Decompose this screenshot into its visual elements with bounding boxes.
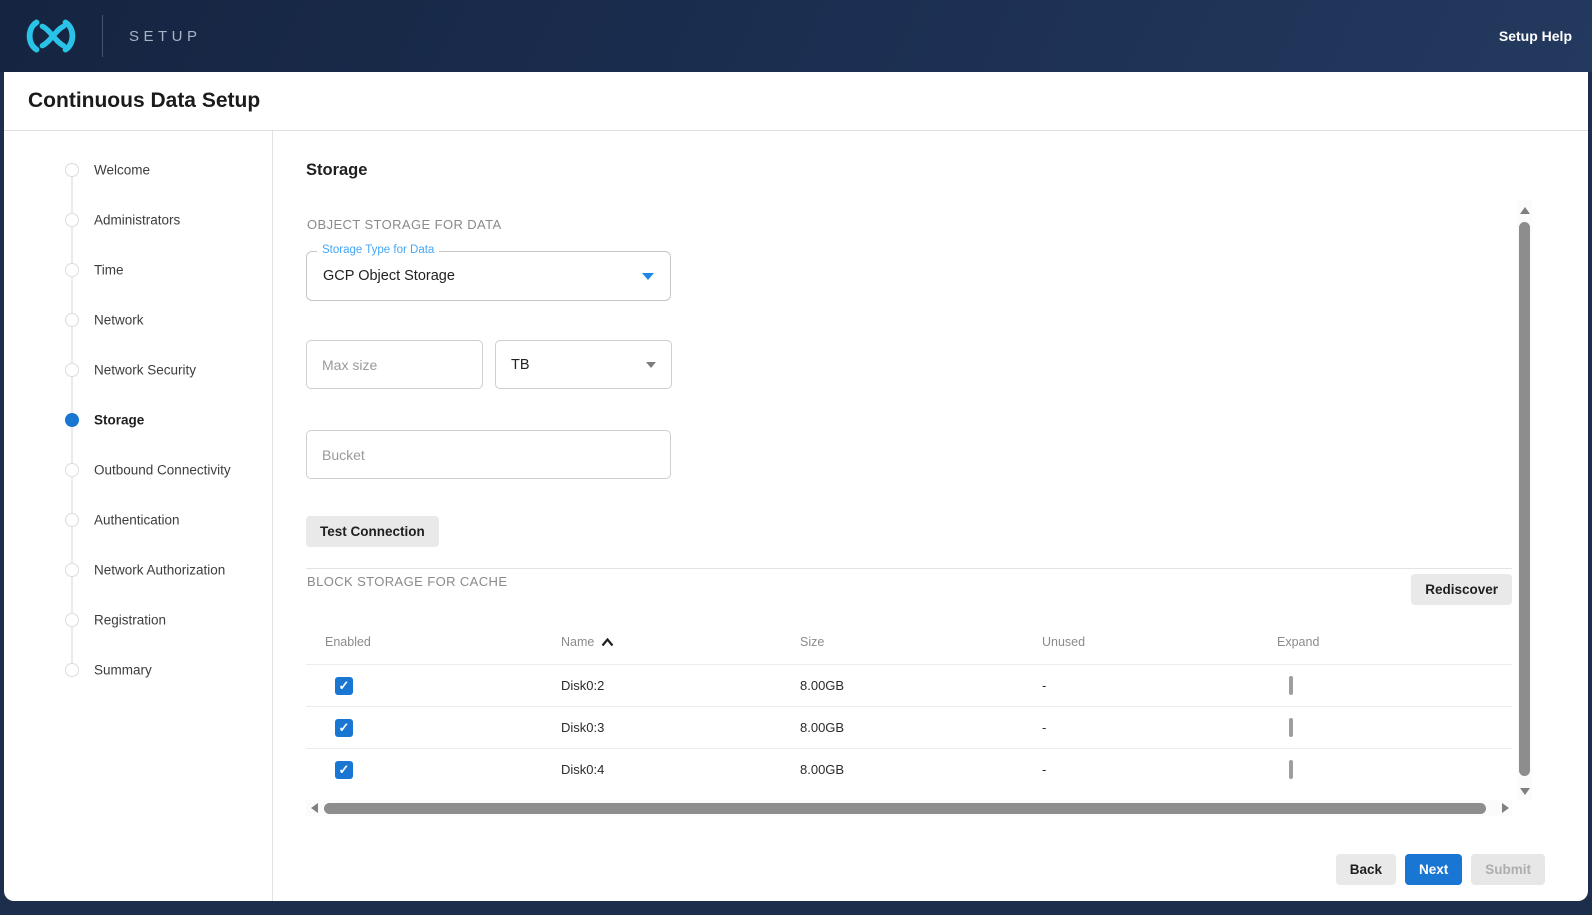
disk-unused: - — [1042, 678, 1277, 693]
setup-help-link[interactable]: Setup Help — [1499, 28, 1572, 44]
column-header-enabled: Enabled — [325, 635, 561, 649]
step-label: Welcome — [94, 163, 150, 178]
sidebar-item-authentication[interactable]: Authentication — [4, 495, 272, 545]
column-header-expand: Expand — [1277, 635, 1512, 649]
size-unit-value: TB — [511, 357, 530, 373]
next-button[interactable]: Next — [1405, 854, 1462, 885]
expand-checkbox[interactable] — [1289, 676, 1293, 695]
size-unit-select[interactable]: TB — [495, 340, 672, 389]
sidebar-item-storage[interactable]: Storage — [4, 395, 272, 445]
step-indicator-active — [65, 413, 79, 427]
step-indicator — [65, 613, 79, 627]
step-label: Network — [94, 313, 144, 328]
scroll-down-arrow-icon[interactable] — [1520, 788, 1530, 795]
disk-table: Enabled Name Size Unused Expand ✓ Disk0:2… — [306, 620, 1512, 790]
storage-type-label: Storage Type for Data — [317, 244, 439, 256]
step-label: Storage — [94, 413, 144, 428]
block-storage-heading: BLOCK STORAGE FOR CACHE — [307, 574, 507, 589]
step-label: Administrators — [94, 213, 180, 228]
object-storage-heading: OBJECT STORAGE FOR DATA — [307, 217, 502, 232]
expand-checkbox[interactable] — [1289, 718, 1293, 737]
vertical-scrollbar[interactable] — [1517, 200, 1532, 800]
section-divider — [306, 568, 1512, 569]
expand-checkbox[interactable] — [1289, 760, 1293, 779]
step-label: Time — [94, 263, 124, 278]
chevron-down-icon — [646, 362, 656, 368]
column-header-unused: Unused — [1042, 635, 1277, 649]
horizontal-scrollbar[interactable] — [306, 800, 1512, 816]
column-header-size: Size — [800, 635, 1042, 649]
disk-unused: - — [1042, 762, 1277, 777]
step-indicator — [65, 163, 79, 177]
wizard-footer-actions: Back Next Submit — [1336, 854, 1545, 885]
table-row: ✓ Disk0:28.00GB- — [306, 664, 1512, 706]
disk-size: 8.00GB — [800, 720, 1042, 735]
page-title: Continuous Data Setup — [4, 72, 1588, 131]
scroll-right-arrow-icon[interactable] — [1502, 803, 1509, 813]
step-section-title: Storage — [306, 161, 367, 180]
storage-step-content: Storage OBJECT STORAGE FOR DATA Storage … — [273, 131, 1588, 901]
step-indicator — [65, 313, 79, 327]
storage-type-select[interactable]: Storage Type for Data GCP Object Storage — [306, 251, 671, 301]
step-indicator — [65, 463, 79, 477]
disk-name: Disk0:3 — [561, 720, 800, 735]
step-label: Outbound Connectivity — [94, 463, 231, 478]
disk-table-header: Enabled Name Size Unused Expand — [306, 620, 1512, 664]
step-indicator — [65, 513, 79, 527]
sidebar-item-welcome[interactable]: Welcome — [4, 145, 272, 195]
step-label: Registration — [94, 613, 166, 628]
step-indicator — [65, 263, 79, 277]
max-size-input[interactable] — [306, 340, 483, 389]
test-connection-button[interactable]: Test Connection — [306, 516, 439, 547]
disk-unused: - — [1042, 720, 1277, 735]
scroll-up-arrow-icon[interactable] — [1520, 207, 1530, 214]
step-label: Summary — [94, 663, 152, 678]
table-row: ✓ Disk0:48.00GB- — [306, 748, 1512, 790]
step-indicator — [65, 363, 79, 377]
sidebar-item-administrators[interactable]: Administrators — [4, 195, 272, 245]
disk-size: 8.00GB — [800, 678, 1042, 693]
enabled-checkbox[interactable]: ✓ — [335, 677, 353, 695]
sort-ascending-icon — [601, 638, 614, 647]
vertical-scrollbar-thumb[interactable] — [1519, 222, 1530, 776]
setup-stepper: Welcome Administrators Time Network Network … — [4, 131, 273, 901]
disk-name: Disk0:4 — [561, 762, 800, 777]
bucket-input[interactable] — [306, 430, 671, 479]
sidebar-item-network-security[interactable]: Network Security — [4, 345, 272, 395]
main-card: Continuous Data Setup Welcome Administrat… — [4, 72, 1588, 901]
brand-area: SETUP — [22, 15, 202, 57]
sidebar-item-network[interactable]: Network — [4, 295, 272, 345]
sidebar-item-time[interactable]: Time — [4, 245, 272, 295]
rediscover-button[interactable]: Rediscover — [1411, 574, 1512, 605]
step-label: Authentication — [94, 513, 180, 528]
chevron-down-icon — [642, 273, 654, 280]
scroll-left-arrow-icon[interactable] — [311, 803, 318, 813]
sidebar-item-outbound-connectivity[interactable]: Outbound Connectivity — [4, 445, 272, 495]
sidebar-item-registration[interactable]: Registration — [4, 595, 272, 645]
step-indicator — [65, 213, 79, 227]
brand-divider — [102, 15, 103, 57]
step-indicator — [65, 663, 79, 677]
sidebar-item-summary[interactable]: Summary — [4, 645, 272, 695]
delphix-logo-icon — [22, 16, 80, 56]
submit-button[interactable]: Submit — [1471, 854, 1545, 885]
step-label: Network Authorization — [94, 563, 225, 578]
storage-type-value: GCP Object Storage — [323, 268, 455, 284]
enabled-checkbox[interactable]: ✓ — [335, 761, 353, 779]
column-header-name[interactable]: Name — [561, 635, 800, 649]
table-row: ✓ Disk0:38.00GB- — [306, 706, 1512, 748]
app-name: SETUP — [129, 28, 202, 45]
horizontal-scrollbar-thumb[interactable] — [324, 803, 1486, 814]
top-header-bar: SETUP Setup Help — [0, 0, 1592, 72]
enabled-checkbox[interactable]: ✓ — [335, 719, 353, 737]
step-label: Network Security — [94, 363, 196, 378]
back-button[interactable]: Back — [1336, 854, 1396, 885]
disk-size: 8.00GB — [800, 762, 1042, 777]
sidebar-item-network-authorization[interactable]: Network Authorization — [4, 545, 272, 595]
disk-name: Disk0:2 — [561, 678, 800, 693]
step-indicator — [65, 563, 79, 577]
